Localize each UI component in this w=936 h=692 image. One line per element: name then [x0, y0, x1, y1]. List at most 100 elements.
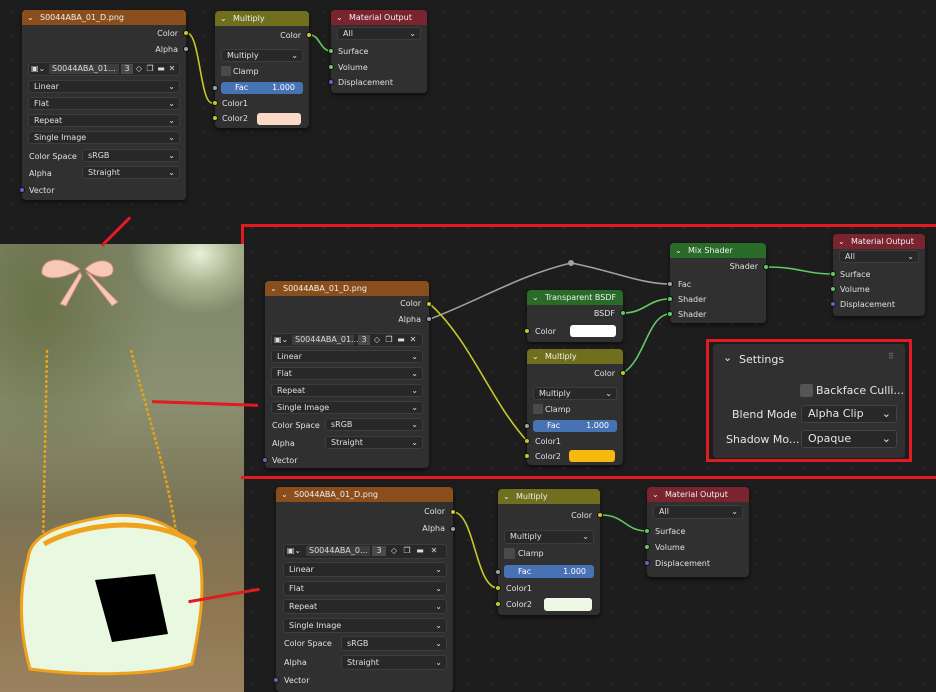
input-displacement-socket[interactable]	[328, 79, 334, 85]
unlink-image-icon[interactable]: ✕	[167, 64, 177, 74]
collapse-chevron-icon[interactable]: ⌄	[723, 351, 732, 364]
node-header[interactable]: ⌄ S0044ABA_01_D.png	[276, 487, 453, 502]
3d-viewport[interactable]	[0, 244, 244, 692]
duplicate-image-icon[interactable]: ❐	[384, 335, 394, 345]
node-header[interactable]: ⌄ S0044ABA_01_D.png	[265, 281, 429, 296]
input-surface-socket[interactable]	[644, 528, 650, 534]
collapse-chevron-icon[interactable]: ⌄	[675, 243, 682, 258]
multiply-node[interactable]: ⌄ Multiply Color Multiply ⌄ Clamp Fac 1.000…	[212, 11, 312, 128]
input-color2-socket[interactable]	[495, 601, 501, 607]
interpolation-dropdown[interactable]: Linear ⌄	[271, 350, 423, 363]
material-output-node[interactable]: ⌄ Material Output All ⌄ Surface Volume Dis…	[644, 487, 749, 577]
image-users-count[interactable]: 3	[372, 546, 386, 556]
clamp-checkbox[interactable]	[533, 404, 543, 414]
alpha-mode-dropdown[interactable]: Straight ⌄	[341, 655, 447, 670]
blend-mode-dropdown[interactable]: Alpha Clip ⌄	[801, 405, 897, 423]
image-name[interactable]: S0044ABA_01...	[49, 64, 119, 74]
node-header[interactable]: ⌄ Multiply	[215, 11, 309, 26]
transparent-bsdf-node[interactable]: ⌄ Transparent BSDF BSDF Color	[524, 290, 626, 342]
node-header[interactable]: ⌄ Multiply	[527, 349, 623, 364]
fac-slider[interactable]: Fac 1.000	[221, 82, 303, 94]
image-name[interactable]: S0044ABA_0...	[306, 546, 370, 556]
image-browse-icon[interactable]: ▣⌄	[274, 335, 288, 345]
node-header[interactable]: ⌄ Transparent BSDF	[527, 290, 623, 305]
target-dropdown[interactable]: All ⌄	[653, 505, 743, 519]
extension-dropdown[interactable]: Repeat ⌄	[283, 599, 447, 614]
color-swatch[interactable]	[570, 325, 616, 337]
open-folder-icon[interactable]: ▬	[156, 64, 166, 74]
input-surface-socket[interactable]	[328, 48, 334, 54]
panel-title[interactable]: Settings	[739, 353, 784, 366]
input-color2-socket[interactable]	[524, 453, 530, 459]
input-volume-socket[interactable]	[328, 64, 334, 70]
projection-dropdown[interactable]: Flat ⌄	[28, 97, 180, 110]
interpolation-dropdown[interactable]: Linear ⌄	[283, 562, 447, 577]
shadow-mode-dropdown[interactable]: Opaque ⌄	[801, 430, 897, 448]
input-color1-socket[interactable]	[495, 585, 501, 591]
input-surface-socket[interactable]	[830, 271, 836, 277]
projection-dropdown[interactable]: Flat ⌄	[283, 581, 447, 596]
output-alpha-socket[interactable]	[450, 526, 456, 532]
material-output-node[interactable]: ⌄ Material Output All ⌄ Surface Volume Dis…	[328, 10, 427, 93]
collapse-chevron-icon[interactable]: ⌄	[503, 489, 510, 504]
input-color1-socket[interactable]	[524, 438, 530, 444]
alpha-mode-dropdown[interactable]: Straight ⌄	[82, 166, 180, 179]
collapse-chevron-icon[interactable]: ⌄	[532, 349, 539, 364]
collapse-chevron-icon[interactable]: ⌄	[652, 487, 659, 502]
clamp-checkbox[interactable]	[221, 66, 231, 76]
fake-user-shield-icon[interactable]: ◇	[134, 64, 144, 74]
input-volume-socket[interactable]	[830, 286, 836, 292]
collapse-chevron-icon[interactable]: ⌄	[838, 234, 845, 249]
open-folder-icon[interactable]: ▬	[414, 546, 426, 556]
node-header[interactable]: ⌄ S0044ABA_01_D.png	[22, 10, 186, 25]
input-fac-socket[interactable]	[212, 85, 218, 91]
output-color-socket[interactable]	[426, 301, 432, 307]
unlink-image-icon[interactable]: ✕	[428, 546, 440, 556]
image-users-count[interactable]: 3	[358, 335, 370, 345]
image-selector[interactable]: ▣⌄ S0044ABA_0... 3 ◇ ❐ ▬ ✕	[283, 544, 447, 559]
image-texture-node[interactable]: ⌄ S0044ABA_01_D.png Color Alpha ▣⌄ S0044A…	[273, 487, 456, 692]
backface-culling-checkbox[interactable]	[800, 384, 813, 397]
duplicate-image-icon[interactable]: ❐	[401, 546, 413, 556]
node-header[interactable]: ⌄ Material Output	[647, 487, 749, 502]
color-space-dropdown[interactable]: sRGB ⌄	[341, 636, 447, 651]
projection-dropdown[interactable]: Flat ⌄	[271, 367, 423, 380]
input-volume-socket[interactable]	[644, 544, 650, 550]
collapse-chevron-icon[interactable]: ⌄	[281, 487, 288, 502]
multiply-node[interactable]: ⌄ Multiply Color Multiply ⌄ Clamp Fac 1.000…	[495, 489, 603, 615]
image-browse-icon[interactable]: ▣⌄	[31, 64, 45, 74]
collapse-chevron-icon[interactable]: ⌄	[220, 11, 227, 26]
material-output-node[interactable]: ⌄ Material Output All ⌄ Surface Volume Dis…	[830, 234, 925, 316]
target-dropdown[interactable]: All ⌄	[337, 27, 421, 40]
drag-handle-icon[interactable]: ⠿	[888, 352, 894, 361]
node-header[interactable]: ⌄ Mix Shader	[670, 243, 766, 258]
image-texture-node[interactable]: ⌄ S0044ABA_01_D.png Color Alpha ▣⌄ S0044A…	[262, 281, 432, 468]
output-color-socket[interactable]	[620, 370, 626, 376]
output-color-socket[interactable]	[597, 512, 603, 518]
output-color-socket[interactable]	[183, 30, 189, 36]
input-color-socket[interactable]	[524, 328, 530, 334]
color2-swatch[interactable]	[569, 450, 615, 462]
input-fac-socket[interactable]	[667, 281, 673, 287]
color-space-dropdown[interactable]: sRGB ⌄	[82, 149, 180, 162]
collapse-chevron-icon[interactable]: ⌄	[532, 290, 539, 305]
input-vector-socket[interactable]	[273, 677, 279, 683]
collapse-chevron-icon[interactable]: ⌄	[27, 10, 34, 25]
fake-user-shield-icon[interactable]: ◇	[388, 546, 400, 556]
input-displacement-socket[interactable]	[644, 560, 650, 566]
color-space-dropdown[interactable]: sRGB ⌄	[325, 418, 423, 431]
source-dropdown[interactable]: Single Image ⌄	[271, 401, 423, 414]
image-name[interactable]: S0044ABA_01...	[292, 335, 359, 345]
node-header[interactable]: ⌄ Material Output	[331, 10, 427, 25]
clamp-checkbox[interactable]	[504, 548, 515, 559]
collapse-chevron-icon[interactable]: ⌄	[336, 10, 343, 25]
fake-user-shield-icon[interactable]: ◇	[372, 335, 382, 345]
fac-slider[interactable]: Fac 1.000	[504, 565, 594, 578]
interpolation-dropdown[interactable]: Linear ⌄	[28, 80, 180, 93]
collapse-chevron-icon[interactable]: ⌄	[270, 281, 277, 296]
image-selector[interactable]: ▣⌄ S0044ABA_01... 3 ◇ ❐ ▬ ✕	[28, 62, 180, 76]
output-color-socket[interactable]	[306, 32, 312, 38]
blend-type-dropdown[interactable]: Multiply ⌄	[533, 387, 617, 400]
output-shader-socket[interactable]	[763, 264, 769, 270]
image-texture-node[interactable]: ⌄ S0044ABA_01_D.png Color Alpha ▣⌄ S0044A…	[19, 10, 189, 200]
